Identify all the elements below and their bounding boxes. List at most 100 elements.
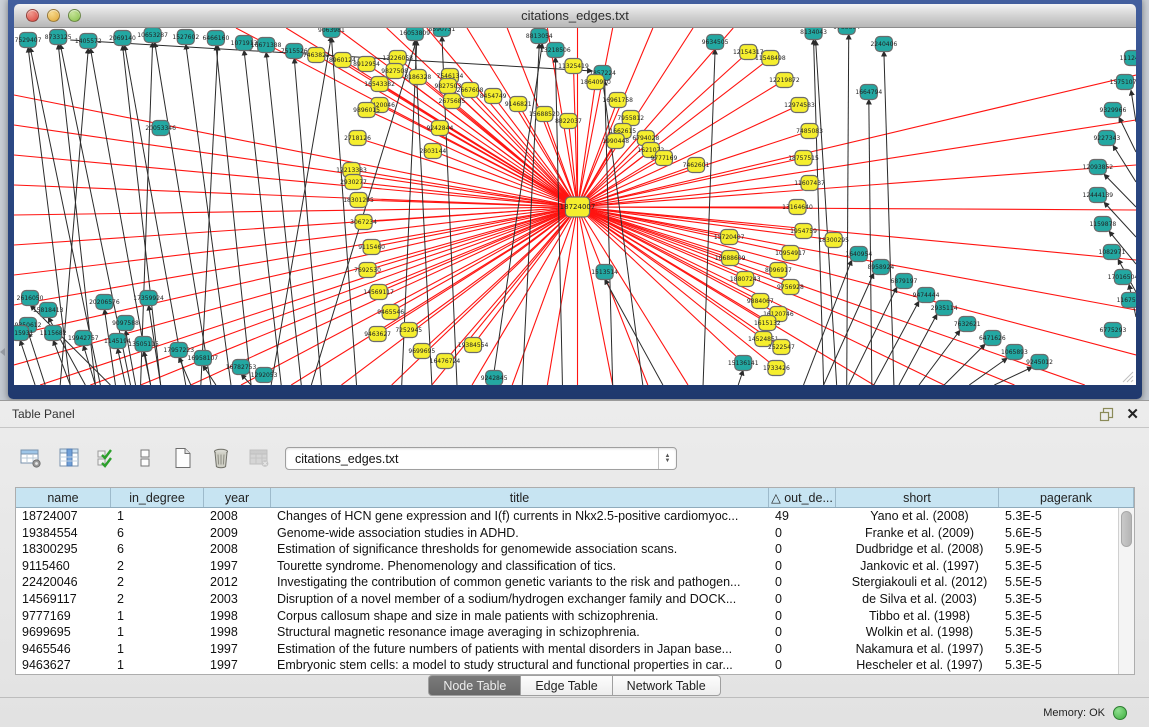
red-edge[interactable] <box>578 165 1136 207</box>
red-edge[interactable] <box>14 185 578 207</box>
table-cell[interactable]: 5.6E-5 <box>999 525 1118 542</box>
tab-network-table[interactable]: Network Table <box>613 675 721 696</box>
table-cell[interactable]: Tibbo et al. (1998) <box>836 608 999 625</box>
tab-edge-table[interactable]: Edge Table <box>521 675 612 696</box>
black-edge[interactable] <box>1131 90 1136 122</box>
dropdown-spinner-icon[interactable]: ▲▼ <box>658 448 676 469</box>
table-cell[interactable]: 5.3E-5 <box>999 508 1118 525</box>
black-edge[interactable] <box>1104 174 1136 207</box>
red-edge[interactable] <box>547 207 577 385</box>
graph-node[interactable]: 17359924 <box>133 291 164 306</box>
red-edge[interactable] <box>367 110 578 207</box>
graph-node[interactable]: 18757515 <box>788 151 819 166</box>
graph-node[interactable]: 9146821 <box>505 97 532 112</box>
graph-node[interactable]: 7462601 <box>683 158 710 173</box>
graph-node[interactable]: 7632621 <box>954 317 981 332</box>
table-cell[interactable]: Embryonic stem cells: a model to study s… <box>271 657 769 674</box>
table-cell[interactable]: 0 <box>769 558 836 575</box>
table-row[interactable]: 911546021997Tourette syndrome. Phenomeno… <box>16 558 1118 575</box>
column-header-3[interactable]: title <box>271 488 769 507</box>
table-cell[interactable]: 0 <box>769 591 836 608</box>
table-cell[interactable]: 1 <box>111 657 204 674</box>
table-cell[interactable]: Estimation of significance thresholds fo… <box>271 541 769 558</box>
table-cell[interactable]: 1 <box>111 641 204 658</box>
graph-node[interactable]: 20206576 <box>89 295 120 310</box>
network-view-window[interactable]: citations_edges.txt 75294078733125140557… <box>8 0 1142 399</box>
black-edge[interactable] <box>1119 117 1136 152</box>
graph-node[interactable]: 8813054 <box>526 29 553 44</box>
graph-node[interactable]: 19384554 <box>458 338 489 353</box>
table-cell[interactable]: 0 <box>769 624 836 641</box>
table-cell[interactable]: Investigating the contribution of common… <box>271 574 769 591</box>
table-cell[interactable]: Estimation of the future numbers of pati… <box>271 641 769 658</box>
resize-grip[interactable] <box>1120 369 1134 383</box>
graph-node[interactable]: 15136141 <box>728 356 759 371</box>
delete-trash-icon[interactable] <box>208 445 234 471</box>
graph-node[interactable]: 9699695 <box>408 344 435 359</box>
black-edge[interactable] <box>919 330 960 385</box>
column-header-6[interactable]: pagerank <box>999 488 1134 507</box>
red-edge[interactable] <box>578 207 648 385</box>
table-row[interactable]: 946362711997Embryonic stem cells: a mode… <box>16 657 1118 674</box>
table-cell[interactable]: 5.5E-5 <box>999 574 1118 591</box>
graph-node[interactable]: 1640954 <box>845 247 872 262</box>
graph-node[interactable]: 1527602 <box>172 30 199 45</box>
row-visibility-icon[interactable] <box>132 445 158 471</box>
graph-node[interactable]: 6879197 <box>891 274 918 289</box>
table-cell[interactable]: 14569117 <box>16 591 111 608</box>
red-edge[interactable] <box>14 95 578 207</box>
table-cell[interactable]: 6 <box>111 541 204 558</box>
table-cell[interactable]: 1 <box>111 508 204 525</box>
graph-node[interactable]: 9634505 <box>702 35 729 50</box>
table-settings-icon[interactable] <box>18 445 44 471</box>
table-cell[interactable]: 5.3E-5 <box>999 624 1118 641</box>
black-edge[interactable] <box>216 45 251 385</box>
graph-node[interactable]: 2935114 <box>931 301 958 316</box>
graph-node[interactable]: 7485083 <box>796 124 823 139</box>
graph-node[interactable]: 6775293 <box>1100 323 1127 338</box>
table-body[interactable]: 1872400712008Changes of HCN gene express… <box>16 508 1118 674</box>
table-cell[interactable]: 2 <box>111 591 204 608</box>
table-row[interactable]: 2242004622012Investigating the contribut… <box>16 574 1118 591</box>
graph-node[interactable]: 1159878 <box>1089 217 1116 232</box>
table-cell[interactable]: 2 <box>111 558 204 575</box>
table-cell[interactable]: 18724007 <box>16 508 111 525</box>
graph-node[interactable]: 9329966 <box>1100 103 1127 118</box>
graph-node[interactable]: 8733125 <box>45 30 72 45</box>
black-edge[interactable] <box>186 44 231 385</box>
graph-node[interactable]: 10688609 <box>715 251 746 266</box>
graph-node[interactable]: 9242845 <box>481 371 508 386</box>
table-cell[interactable]: Yano et al. (2008) <box>836 508 999 525</box>
table-row[interactable]: 1456911722003Disruption of a novel membe… <box>16 591 1118 608</box>
graph-node[interactable]: 13218506 <box>540 43 571 58</box>
graph-node[interactable]: 9733804 <box>833 28 860 35</box>
window-titlebar[interactable]: citations_edges.txt <box>14 4 1136 28</box>
table-cell[interactable]: Disruption of a novel member of a sodium… <box>271 591 769 608</box>
black-edge[interactable] <box>266 52 301 385</box>
graph-node[interactable]: 14569117 <box>363 285 394 300</box>
black-edge[interactable] <box>804 260 852 385</box>
black-edge[interactable] <box>28 332 45 385</box>
graph-node[interactable]: 8454749 <box>480 89 507 104</box>
graph-node[interactable]: 8096917 <box>765 263 792 278</box>
table-cell[interactable]: 9465546 <box>16 641 111 658</box>
table-cell[interactable]: de Silva et al. (2003) <box>836 591 999 608</box>
network-graph[interactable]: 7529407873312514055722069140106532871527… <box>14 28 1136 385</box>
red-edge[interactable] <box>14 207 578 305</box>
graph-node[interactable]: 6466160 <box>203 31 230 46</box>
red-edge[interactable] <box>578 207 1136 355</box>
select-columns-icon[interactable] <box>94 445 120 471</box>
table-cell[interactable]: 1998 <box>204 608 271 625</box>
table-cell[interactable]: Structural magnetic resonance image aver… <box>271 624 769 641</box>
graph-node[interactable]: 1112403 <box>1120 51 1136 66</box>
graph-node[interactable]: 12444139 <box>1083 188 1114 203</box>
table-cell[interactable]: Tourette syndrome. Phenomenology and cla… <box>271 558 769 575</box>
table-cell[interactable]: 2008 <box>204 541 271 558</box>
column-header-5[interactable]: short <box>836 488 999 507</box>
black-edge[interactable] <box>944 344 985 385</box>
scrollbar-thumb[interactable] <box>1121 511 1132 547</box>
graph-node[interactable]: 12093852 <box>1083 160 1114 175</box>
table-cell[interactable]: 9115460 <box>16 558 111 575</box>
table-cell[interactable]: 1998 <box>204 624 271 641</box>
red-edge[interactable] <box>445 207 578 361</box>
